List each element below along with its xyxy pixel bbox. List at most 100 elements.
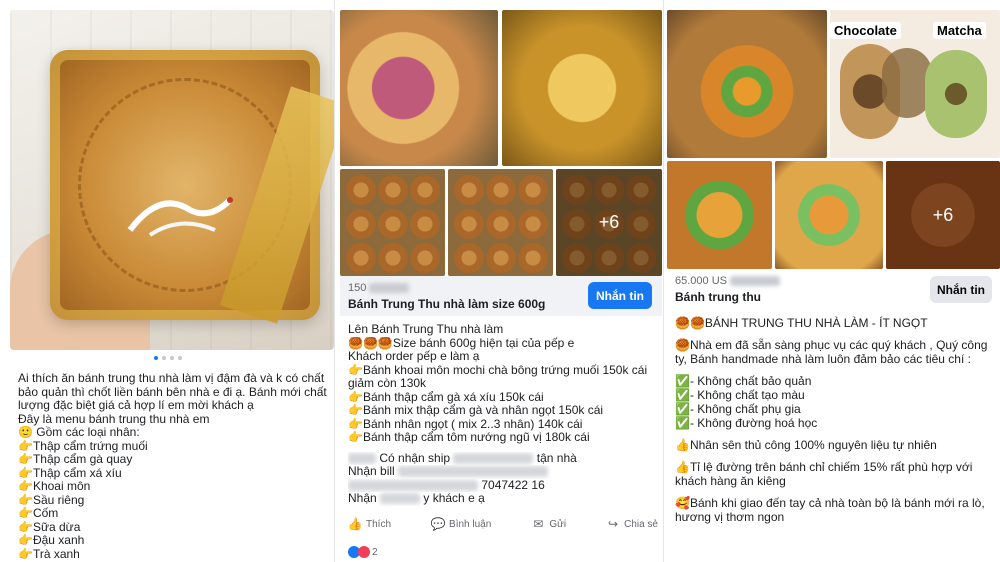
post-line: 👉Thập cẩm gà quay — [18, 453, 133, 466]
listing-bar: 65.000 US Bánh trung thu Nhắn tin — [667, 269, 1000, 309]
listing-bar: 150 Bánh Trung Thu nhà làm size 600g Nhắ… — [340, 276, 662, 316]
mooncake-shape — [518, 209, 548, 239]
post-actions: 👍 Thích 💬 Bình luận ✉ Gửi ↪ Chia sẻ — [348, 517, 658, 531]
post-line: 🥰Bánh khi giao đến tay cả nhà toàn bộ là… — [675, 496, 985, 510]
post-line: bảo quản thì chốt liền bánh bên nhà e đi… — [18, 385, 327, 399]
mooncake-shape — [410, 175, 440, 205]
price-blurred — [730, 276, 781, 287]
blurred-text — [348, 452, 376, 464]
mooncake-package-photo[interactable] — [10, 10, 334, 350]
chocolate-matcha-photo[interactable]: Chocolate Matcha — [830, 10, 1000, 158]
contact-text: Nhận bill — [348, 465, 395, 478]
carousel-dot[interactable] — [154, 356, 158, 360]
more-photos-count[interactable]: +6 — [886, 161, 1000, 269]
share-button[interactable]: ↪ Chia sẻ — [606, 517, 658, 531]
carousel-dots[interactable] — [154, 356, 182, 360]
mooncake-shape — [454, 243, 484, 273]
like-button[interactable]: 👍 Thích — [348, 517, 391, 531]
mooncake-platter-photo[interactable] — [667, 10, 827, 158]
mooncake-shape — [518, 175, 548, 205]
listing-price: 65.000 US — [675, 275, 781, 287]
mooncake-assortment-photo[interactable] — [667, 161, 772, 269]
listing-title: Bánh Trung Thu nhà làm size 600g — [348, 297, 546, 311]
post-line: 👍Nhân sên thủ công 100% nguyên liệu tự n… — [675, 438, 937, 452]
blurred-contact-line: 7047422 16 — [348, 479, 660, 493]
mooncake-shape — [378, 175, 408, 205]
post-line: 👉Bánh khoai môn mochi chà bông trứng muố… — [348, 363, 648, 377]
message-button[interactable]: Nhắn tin — [930, 276, 992, 303]
comment-button[interactable]: 💬 Bình luận — [430, 517, 492, 531]
post-line: 👉Bánh mix thập cẩm gà và nhân ngọt 150k … — [348, 404, 604, 417]
comment-icon: 💬 — [430, 517, 446, 531]
contact-text: tận nhà — [536, 451, 577, 465]
mooncake-shape — [486, 175, 516, 205]
mooncake-tray-photo[interactable] — [340, 169, 445, 276]
carousel-dot[interactable] — [162, 356, 166, 360]
mooncake-shape — [346, 209, 376, 239]
post-line: 👉Bánh nhân ngọt ( mix 2..3 nhân) 140k cá… — [348, 417, 583, 431]
mooncake-shape — [378, 209, 408, 239]
like-icon: 👍 — [347, 517, 363, 531]
reactions-summary[interactable]: 2 — [348, 546, 378, 558]
carousel-dot[interactable] — [178, 356, 182, 360]
label-matcha: Matcha — [933, 22, 986, 39]
mooncake-shape — [486, 209, 516, 239]
post-line: 👉Đậu xanh — [18, 534, 85, 547]
post-line: hương vị thơm ngon — [675, 510, 785, 524]
mooncake-shape — [486, 243, 516, 273]
matcha-cake — [925, 50, 987, 138]
blurred-text — [348, 479, 478, 491]
post-text-3: 🥮🥮BÁNH TRUNG THU NHÀ LÀM - ÍT NGỌT 🥮Nhà … — [675, 316, 995, 524]
post-line: 👉Bánh thập cẩm gà xá xíu 150k cái — [348, 390, 544, 404]
post-text-2: Lên Bánh Trung Thu nhà làm 🥮🥮🥮Size bánh … — [348, 323, 660, 506]
more-photos-count[interactable]: +6 — [556, 169, 662, 276]
mooncake-bite-photo[interactable] — [340, 10, 498, 166]
mooncake-shape — [454, 175, 484, 205]
post-panel-3: Chocolate Matcha +6 65.000 US Bánh trung… — [667, 0, 1000, 562]
post-line: 👉Khoai môn — [18, 480, 91, 493]
label-chocolate: Chocolate — [830, 22, 901, 39]
post-panel-2: +6 150 Bánh Trung Thu nhà làm size 600g … — [338, 0, 664, 562]
messenger-icon: ✉ — [533, 517, 544, 531]
message-button[interactable]: Nhắn tin — [588, 282, 652, 309]
mooncake-gold-wrap-photo[interactable] — [502, 10, 662, 166]
mooncake-shape — [410, 209, 440, 239]
post-line: Khách order pếp e làm ạ — [348, 350, 480, 363]
reaction-count: 2 — [372, 546, 378, 558]
send-label: Gửi — [549, 518, 567, 530]
post-line: 👍Tỉ lệ đường trên bánh chỉ chiếm 15% rất… — [675, 460, 973, 474]
post-line: ✅- Không chất bảo quản — [675, 374, 812, 388]
post-line: Lên Bánh Trung Thu nhà làm — [348, 323, 504, 336]
post-line: 👉Thập cẩm trứng muối — [18, 439, 148, 453]
mooncake-shape — [378, 243, 408, 273]
crane-illustration — [127, 197, 233, 237]
mooncake-plate-photo[interactable] — [775, 161, 883, 269]
carousel-dot[interactable] — [170, 356, 174, 360]
post-line: Đây là menu bánh trung thu nhà em — [18, 412, 210, 426]
post-line: 👉Thập cẩm xá xíu — [18, 466, 122, 480]
contact-text: Nhận — [348, 492, 377, 505]
more-photos-tile[interactable]: +6 — [886, 161, 1000, 269]
post-line: ✅- Không chất tạo màu — [675, 388, 805, 402]
price-visible: 65.000 US — [675, 275, 727, 287]
post-line: 🥮🥮BÁNH TRUNG THU NHÀ LÀM - ÍT NGỌT — [675, 316, 928, 330]
post-panel-1: Ai thích ăn bánh trung thu nhà làm vị đậ… — [0, 0, 335, 562]
more-photos-tile[interactable]: +6 — [556, 169, 662, 276]
blurred-text — [398, 466, 549, 478]
mooncake-shape — [346, 175, 376, 205]
listing-title: Bánh trung thu — [675, 290, 761, 304]
send-button[interactable]: ✉ Gửi — [531, 517, 566, 531]
listing-price: 150 — [348, 282, 410, 294]
mooncake-shape — [346, 243, 376, 273]
post-line: ty, Bánh handmade nhà làm luôn đảm bảo c… — [675, 352, 971, 366]
mooncake-shape — [454, 209, 484, 239]
post-line: Ai thích ăn bánh trung thu nhà làm vị đậ… — [18, 372, 325, 385]
post-line: giảm còn 130k — [348, 377, 427, 390]
mooncake-tray-photo[interactable] — [448, 169, 553, 276]
like-label: Thích — [366, 518, 392, 530]
post-line: 👉Sầu riêng — [18, 493, 85, 507]
